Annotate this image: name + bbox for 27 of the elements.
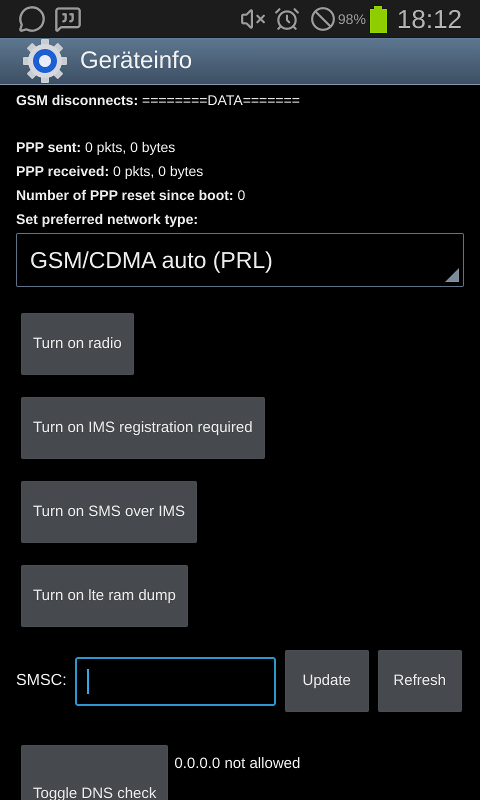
battery-percent: 98% bbox=[338, 10, 366, 28]
action-button[interactable]: Turn on IMS registration required bbox=[21, 397, 265, 459]
action-button[interactable]: Turn on radio bbox=[21, 313, 134, 375]
mute-icon bbox=[240, 6, 266, 32]
smsc-input-field[interactable] bbox=[74, 656, 276, 706]
quote-bubble-icon bbox=[54, 5, 82, 33]
action-button[interactable]: Turn on SMS over IMS bbox=[21, 481, 197, 543]
dropdown-corner-icon bbox=[445, 268, 459, 282]
action-button[interactable]: Turn on lte ram dump bbox=[21, 565, 188, 627]
network-type-dropdown[interactable]: GSM/CDMA auto (PRL) bbox=[16, 233, 464, 287]
smsc-button[interactable]: Refresh bbox=[378, 650, 462, 712]
dns-status: 0.0.0.0 not allowed bbox=[174, 754, 300, 774]
info-line: Set preferred network type: bbox=[16, 210, 200, 229]
smsc-label: SMSC: bbox=[16, 671, 67, 691]
info-line: PPP sent: 0 pkts, 0 bytes bbox=[16, 138, 176, 157]
text-cursor-icon bbox=[86, 668, 89, 694]
info-line: Number of PPP reset since boot: 0 bbox=[16, 186, 246, 205]
settings-gear-icon bbox=[22, 38, 68, 84]
battery-icon bbox=[370, 6, 387, 32]
info-line: PPP received: 0 pkts, 0 bytes bbox=[16, 162, 204, 181]
chat-bubble-icon bbox=[18, 5, 46, 33]
smsc-button[interactable]: Update bbox=[284, 650, 369, 712]
app-title: Geräteinfo bbox=[80, 46, 192, 76]
alarm-icon bbox=[274, 6, 300, 32]
info-line: GSM disconnects: ========DATA======= bbox=[16, 91, 301, 110]
clock: 18:12 bbox=[396, 2, 462, 36]
blocked-icon bbox=[310, 6, 336, 32]
